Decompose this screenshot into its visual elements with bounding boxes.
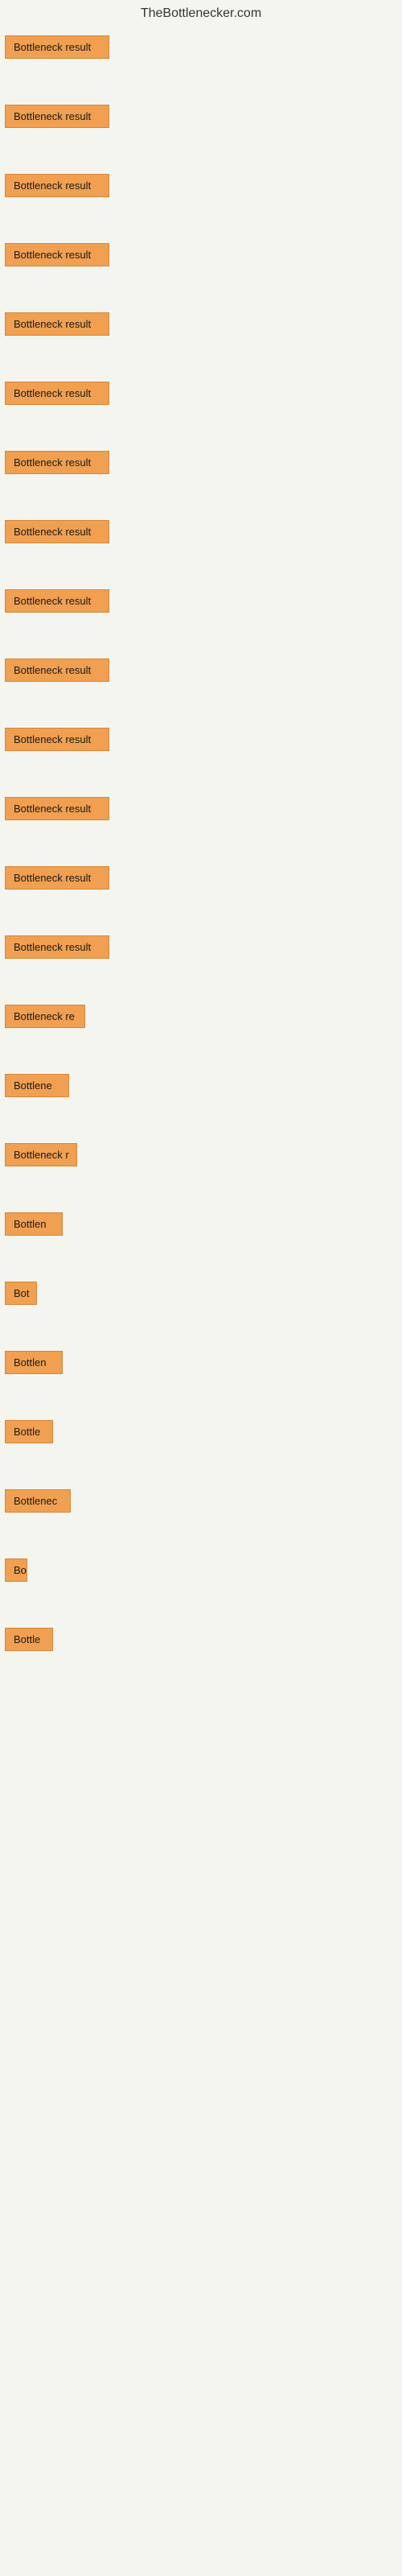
- bottleneck-result-badge[interactable]: Bottleneck result: [5, 35, 109, 59]
- bottleneck-row: Bottleneck result: [0, 858, 402, 927]
- bottleneck-result-badge[interactable]: Bottleneck result: [5, 520, 109, 543]
- bottleneck-row: Bottleneck result: [0, 304, 402, 374]
- bottleneck-result-badge[interactable]: Bottleneck result: [5, 797, 109, 820]
- bottleneck-result-badge[interactable]: Bottleneck result: [5, 658, 109, 682]
- bottleneck-row: Bottleneck result: [0, 27, 402, 97]
- site-title: TheBottlenecker.com: [0, 0, 402, 24]
- bottleneck-result-badge[interactable]: Bottleneck result: [5, 243, 109, 266]
- bottleneck-row: Bottlen: [0, 1343, 402, 1412]
- bottleneck-result-badge[interactable]: Bottlen: [5, 1212, 63, 1236]
- page-wrapper: TheBottlenecker.com Bottleneck resultBot…: [0, 0, 402, 1692]
- bottleneck-row: Bot: [0, 1274, 402, 1343]
- bottleneck-result-badge[interactable]: Bottleneck result: [5, 105, 109, 128]
- bottleneck-row: Bottleneck result: [0, 512, 402, 581]
- bottleneck-row: Bottleneck result: [0, 235, 402, 304]
- bottleneck-row: Bottlene: [0, 1066, 402, 1135]
- bottleneck-row: Bottleneck result: [0, 720, 402, 789]
- bottleneck-result-badge[interactable]: Bo: [5, 1558, 27, 1582]
- bottleneck-row: Bottleneck result: [0, 443, 402, 512]
- bottleneck-result-badge[interactable]: Bottleneck result: [5, 382, 109, 405]
- bottleneck-list: Bottleneck result Bottleneck result Bottle…: [0, 24, 402, 1692]
- bottleneck-result-badge[interactable]: Bottleneck result: [5, 589, 109, 613]
- bottleneck-result-badge[interactable]: Bottle: [5, 1420, 53, 1443]
- bottleneck-row: Bottle: [0, 1412, 402, 1481]
- bottleneck-result-badge[interactable]: Bottlen: [5, 1351, 63, 1374]
- bottleneck-row: Bottleneck result: [0, 927, 402, 997]
- bottleneck-result-badge[interactable]: Bottleneck re: [5, 1005, 85, 1028]
- bottleneck-result-badge[interactable]: Bottle: [5, 1628, 53, 1651]
- bottleneck-row: Bottleneck result: [0, 166, 402, 235]
- bottleneck-row: Bottleneck result: [0, 97, 402, 166]
- bottleneck-result-badge[interactable]: Bottlenec: [5, 1489, 71, 1513]
- bottleneck-row: Bottle: [0, 1620, 402, 1689]
- bottleneck-result-badge[interactable]: Bottleneck result: [5, 174, 109, 197]
- bottleneck-row: Bottlen: [0, 1204, 402, 1274]
- bottleneck-result-badge[interactable]: Bottleneck result: [5, 728, 109, 751]
- bottleneck-row: Bo: [0, 1550, 402, 1620]
- bottleneck-result-badge[interactable]: Bot: [5, 1282, 37, 1305]
- bottleneck-row: Bottleneck r: [0, 1135, 402, 1204]
- bottleneck-result-badge[interactable]: Bottleneck result: [5, 935, 109, 959]
- bottleneck-row: Bottleneck result: [0, 650, 402, 720]
- bottleneck-result-badge[interactable]: Bottleneck result: [5, 312, 109, 336]
- bottleneck-row: Bottleneck result: [0, 581, 402, 650]
- bottleneck-row: Bottleneck result: [0, 374, 402, 443]
- bottleneck-row: Bottlenec: [0, 1481, 402, 1550]
- bottleneck-result-badge[interactable]: Bottleneck result: [5, 866, 109, 890]
- bottleneck-result-badge[interactable]: Bottleneck r: [5, 1143, 77, 1166]
- bottleneck-row: Bottleneck result: [0, 789, 402, 858]
- bottleneck-row: Bottleneck re: [0, 997, 402, 1066]
- bottleneck-result-badge[interactable]: Bottleneck result: [5, 451, 109, 474]
- bottleneck-result-badge[interactable]: Bottlene: [5, 1074, 69, 1097]
